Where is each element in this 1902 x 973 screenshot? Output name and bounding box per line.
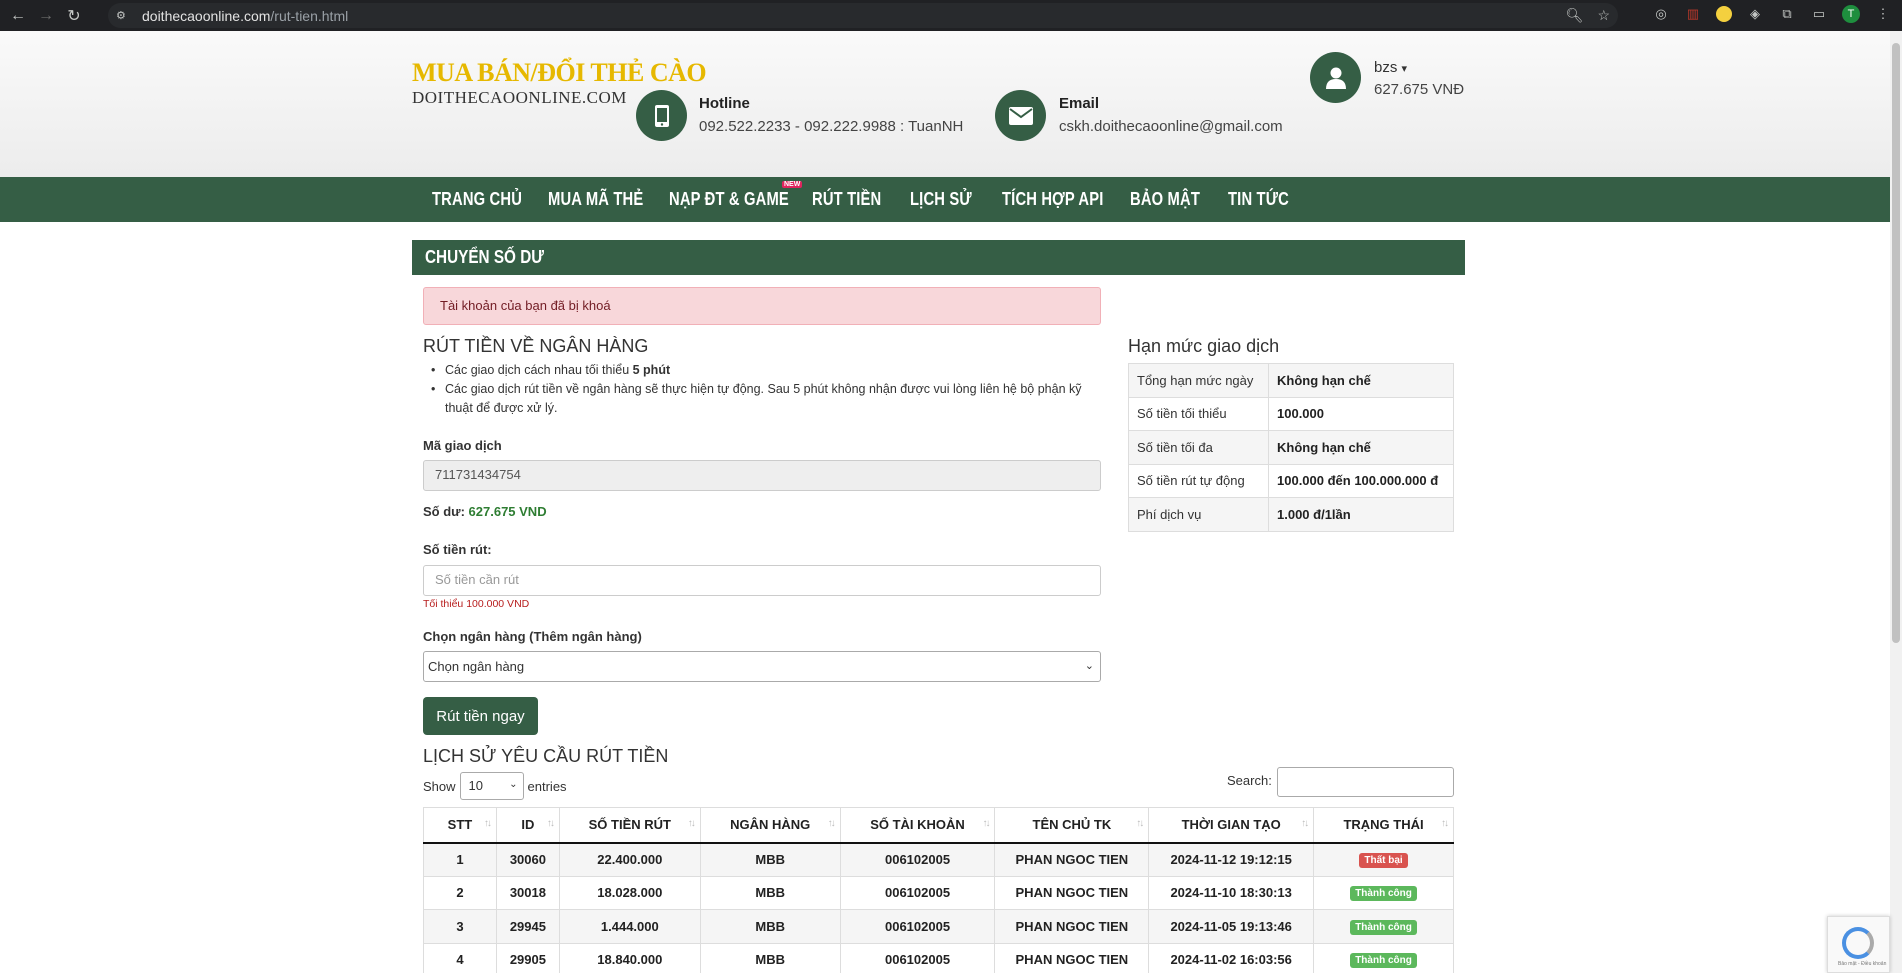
bookmark-star-icon[interactable]: ☆: [1597, 7, 1610, 24]
new-badge: NEW: [782, 181, 803, 188]
limits-table: Tổng hạn mức ngày Không hạn chế Số tiền t…: [1128, 363, 1454, 532]
sort-icon: ↑↓: [687, 818, 696, 829]
extension-3-icon[interactable]: [1716, 6, 1732, 22]
amount-input[interactable]: Số tiền cần rút: [423, 565, 1101, 596]
back-icon[interactable]: ←: [8, 6, 28, 26]
withdraw-rules: Các giao dịch cách nhau tối thiểu 5 phút…: [427, 361, 1107, 418]
column-header[interactable]: NGÂN HÀNG ↑↓: [699, 807, 841, 844]
rule-item: Các giao dịch rút tiền về ngân hàng sẽ t…: [427, 380, 1107, 418]
forward-icon[interactable]: →: [36, 6, 56, 26]
chevron-down-icon: ▾: [1401, 63, 1408, 75]
hotline-value: 092.522.2233 - 092.222.9988 : TuanNH: [699, 118, 964, 135]
nav-item-security[interactable]: BẢO MẬT: [1130, 189, 1200, 210]
status-badge: Thành công: [1350, 919, 1417, 935]
status-badge: Thành công: [1350, 886, 1417, 902]
rule-item: Các giao dịch cách nhau tối thiểu 5 phút: [427, 361, 1107, 380]
column-header[interactable]: TRẠNG THÁI ↑↓: [1313, 807, 1454, 844]
nav-item-withdraw[interactable]: RÚT TIỀN: [812, 189, 881, 210]
table-row: 4 29905 18.840.000 MBB 006102005 PHAN NGOC TI…: [423, 942, 1454, 973]
txn-id-field[interactable]: 711731434754: [423, 460, 1101, 491]
amount-label: Số tiền rút:: [423, 542, 492, 557]
nav-item-home[interactable]: TRANG CHỦ: [432, 189, 522, 210]
extension-2-icon[interactable]: ▥: [1684, 5, 1702, 23]
sort-icon: ↑↓: [483, 818, 492, 829]
chevron-down-icon: ⌄: [509, 779, 518, 790]
user-icon[interactable]: [1310, 52, 1361, 103]
email-label: Email: [1059, 95, 1100, 112]
url-text[interactable]: doithecaoonline.com/rut-tien.html: [142, 8, 348, 24]
extension-4-icon[interactable]: ◈: [1746, 5, 1764, 23]
nav-item-news[interactable]: TIN TỨC: [1228, 189, 1289, 210]
site-header: MUA BÁN/ĐỔI THẺ CÀO DOITHECAOONLINE.COM …: [0, 31, 1890, 177]
column-header[interactable]: THỜI GIAN TẠO ↑↓: [1148, 807, 1315, 844]
site-info-icon[interactable]: ⚙: [116, 9, 130, 23]
user-balance: 627.675 VNĐ: [1374, 81, 1465, 98]
table-row: 3 29945 1.444.000 MBB 006102005 PHAN NGOC TIE…: [423, 909, 1454, 944]
table-row: Số tiền tối đa Không hạn chế: [1128, 430, 1454, 465]
history-heading: LỊCH SỬ YÊU CẦU RÚT TIỀN: [423, 746, 669, 766]
sort-icon: ↑↓: [546, 818, 555, 829]
sort-icon: ↑↓: [827, 818, 836, 829]
envelope-icon: [995, 90, 1046, 141]
column-header[interactable]: SỐ TÀI KHOẢN ↑↓: [839, 807, 996, 844]
entries-select[interactable]: 10 ⌄: [459, 772, 524, 800]
sort-icon: ↑↓: [1136, 818, 1144, 829]
limits-heading: Hạn mức giao dịch: [1128, 336, 1280, 356]
nav-item-history[interactable]: LỊCH SỬ: [910, 189, 972, 210]
nav-item-api[interactable]: TÍCH HỢP API: [1002, 189, 1104, 210]
sort-icon: ↑↓: [1441, 818, 1449, 829]
balance-line: Số dư: 627.675 VND: [423, 504, 547, 519]
sort-icon: ↑↓: [1301, 818, 1309, 829]
phone-icon: [636, 90, 687, 141]
table-row: Phí dịch vụ 1.000 đ/1lần: [1128, 497, 1454, 532]
chevron-down-icon: ⌄: [1084, 660, 1094, 672]
recaptcha-text[interactable]: Bảo mật - Điều khoản: [1838, 961, 1886, 967]
extension-1-icon[interactable]: ◎: [1652, 5, 1670, 23]
account-locked-alert: Tài khoản của bạn đã bị khoá: [423, 287, 1101, 325]
scrollbar-thumb[interactable]: [1892, 43, 1900, 643]
sidebar-icon[interactable]: ▭: [1810, 5, 1828, 23]
address-bar[interactable]: ⚙ doithecaoonline.com/rut-tien.html 🔍︎ ☆: [108, 3, 1618, 28]
amount-hint: Tối thiểu 100.000 VND: [423, 598, 530, 610]
column-header[interactable]: SỐ TIỀN RÚT ↑↓: [558, 807, 701, 844]
search-input[interactable]: [1277, 767, 1454, 797]
logo-title[interactable]: MUA BÁN/ĐỔI THẺ CÀO: [412, 58, 707, 88]
history-table: STT ↑↓ ID ↑↓ SỐ TIỀN RÚT ↑↓ NGÂN HÀNG ↑↓ SỐ …: [423, 807, 1454, 973]
main-nav: TRANG CHỦ MUA MÃ THẺ NẠP ĐT & GAME NEW R…: [0, 177, 1890, 222]
sort-icon: ↑↓: [982, 818, 990, 829]
nav-item-buy-card[interactable]: MUA MÃ THẺ: [548, 189, 643, 210]
user-menu[interactable]: bzs ▾: [1374, 59, 1407, 76]
search-label: Search:: [1227, 773, 1272, 788]
status-badge: Thành công: [1350, 953, 1417, 969]
page-scrollbar[interactable]: [1890, 31, 1902, 973]
menu-kebab-icon[interactable]: ⋮: [1874, 5, 1892, 23]
status-badge: Thất bại: [1359, 853, 1408, 868]
recaptcha-badge[interactable]: Bảo mật - Điều khoản: [1827, 916, 1890, 973]
extensions-puzzle-icon[interactable]: ⧉: [1778, 5, 1796, 23]
bank-select[interactable]: Chọn ngân hàng ⌄: [423, 651, 1101, 682]
nav-item-topup[interactable]: NẠP ĐT & GAME: [669, 189, 789, 210]
column-header[interactable]: ID ↑↓: [495, 807, 560, 844]
txn-id-label: Mã giao dịch: [423, 438, 502, 453]
table-row: Tổng hạn mức ngày Không hạn chế: [1128, 363, 1454, 398]
reload-icon[interactable]: ↻: [64, 6, 84, 26]
profile-avatar[interactable]: T: [1842, 5, 1860, 23]
logo-domain[interactable]: DOITHECAOONLINE.COM: [412, 88, 627, 108]
table-row: 2 30018 18.028.000 MBB 006102005 PHAN NGOC TI…: [423, 875, 1454, 910]
withdraw-submit-button[interactable]: Rút tiền ngay: [423, 697, 538, 735]
show-entries: Show 10 ⌄ entries: [423, 772, 567, 800]
hotline-label: Hotline: [699, 95, 750, 112]
bank-label[interactable]: Chọn ngân hàng (Thêm ngân hàng): [423, 629, 642, 644]
table-row: Số tiền tối thiểu 100.000: [1128, 396, 1454, 431]
table-row: 1 30060 22.400.000 MBB 006102005 PHAN NGOC TI…: [423, 842, 1454, 877]
zoom-icon[interactable]: 🔍︎: [1566, 7, 1584, 24]
browser-toolbar: ← → ↻ ⚙ doithecaoonline.com/rut-tien.htm…: [0, 0, 1902, 31]
email-value: cskh.doithecaoonline@gmail.com: [1059, 118, 1283, 135]
recaptcha-icon: [1842, 927, 1874, 959]
column-header[interactable]: TÊN CHỦ TK ↑↓: [994, 807, 1150, 844]
section-title: CHUYỂN SỐ DƯ: [412, 240, 1465, 275]
table-row: Số tiền rút tự động 100.000 đến 100.000.0…: [1128, 463, 1454, 498]
column-header[interactable]: STT ↑↓: [423, 807, 497, 844]
withdraw-heading: RÚT TIỀN VỀ NGÂN HÀNG: [423, 336, 649, 356]
